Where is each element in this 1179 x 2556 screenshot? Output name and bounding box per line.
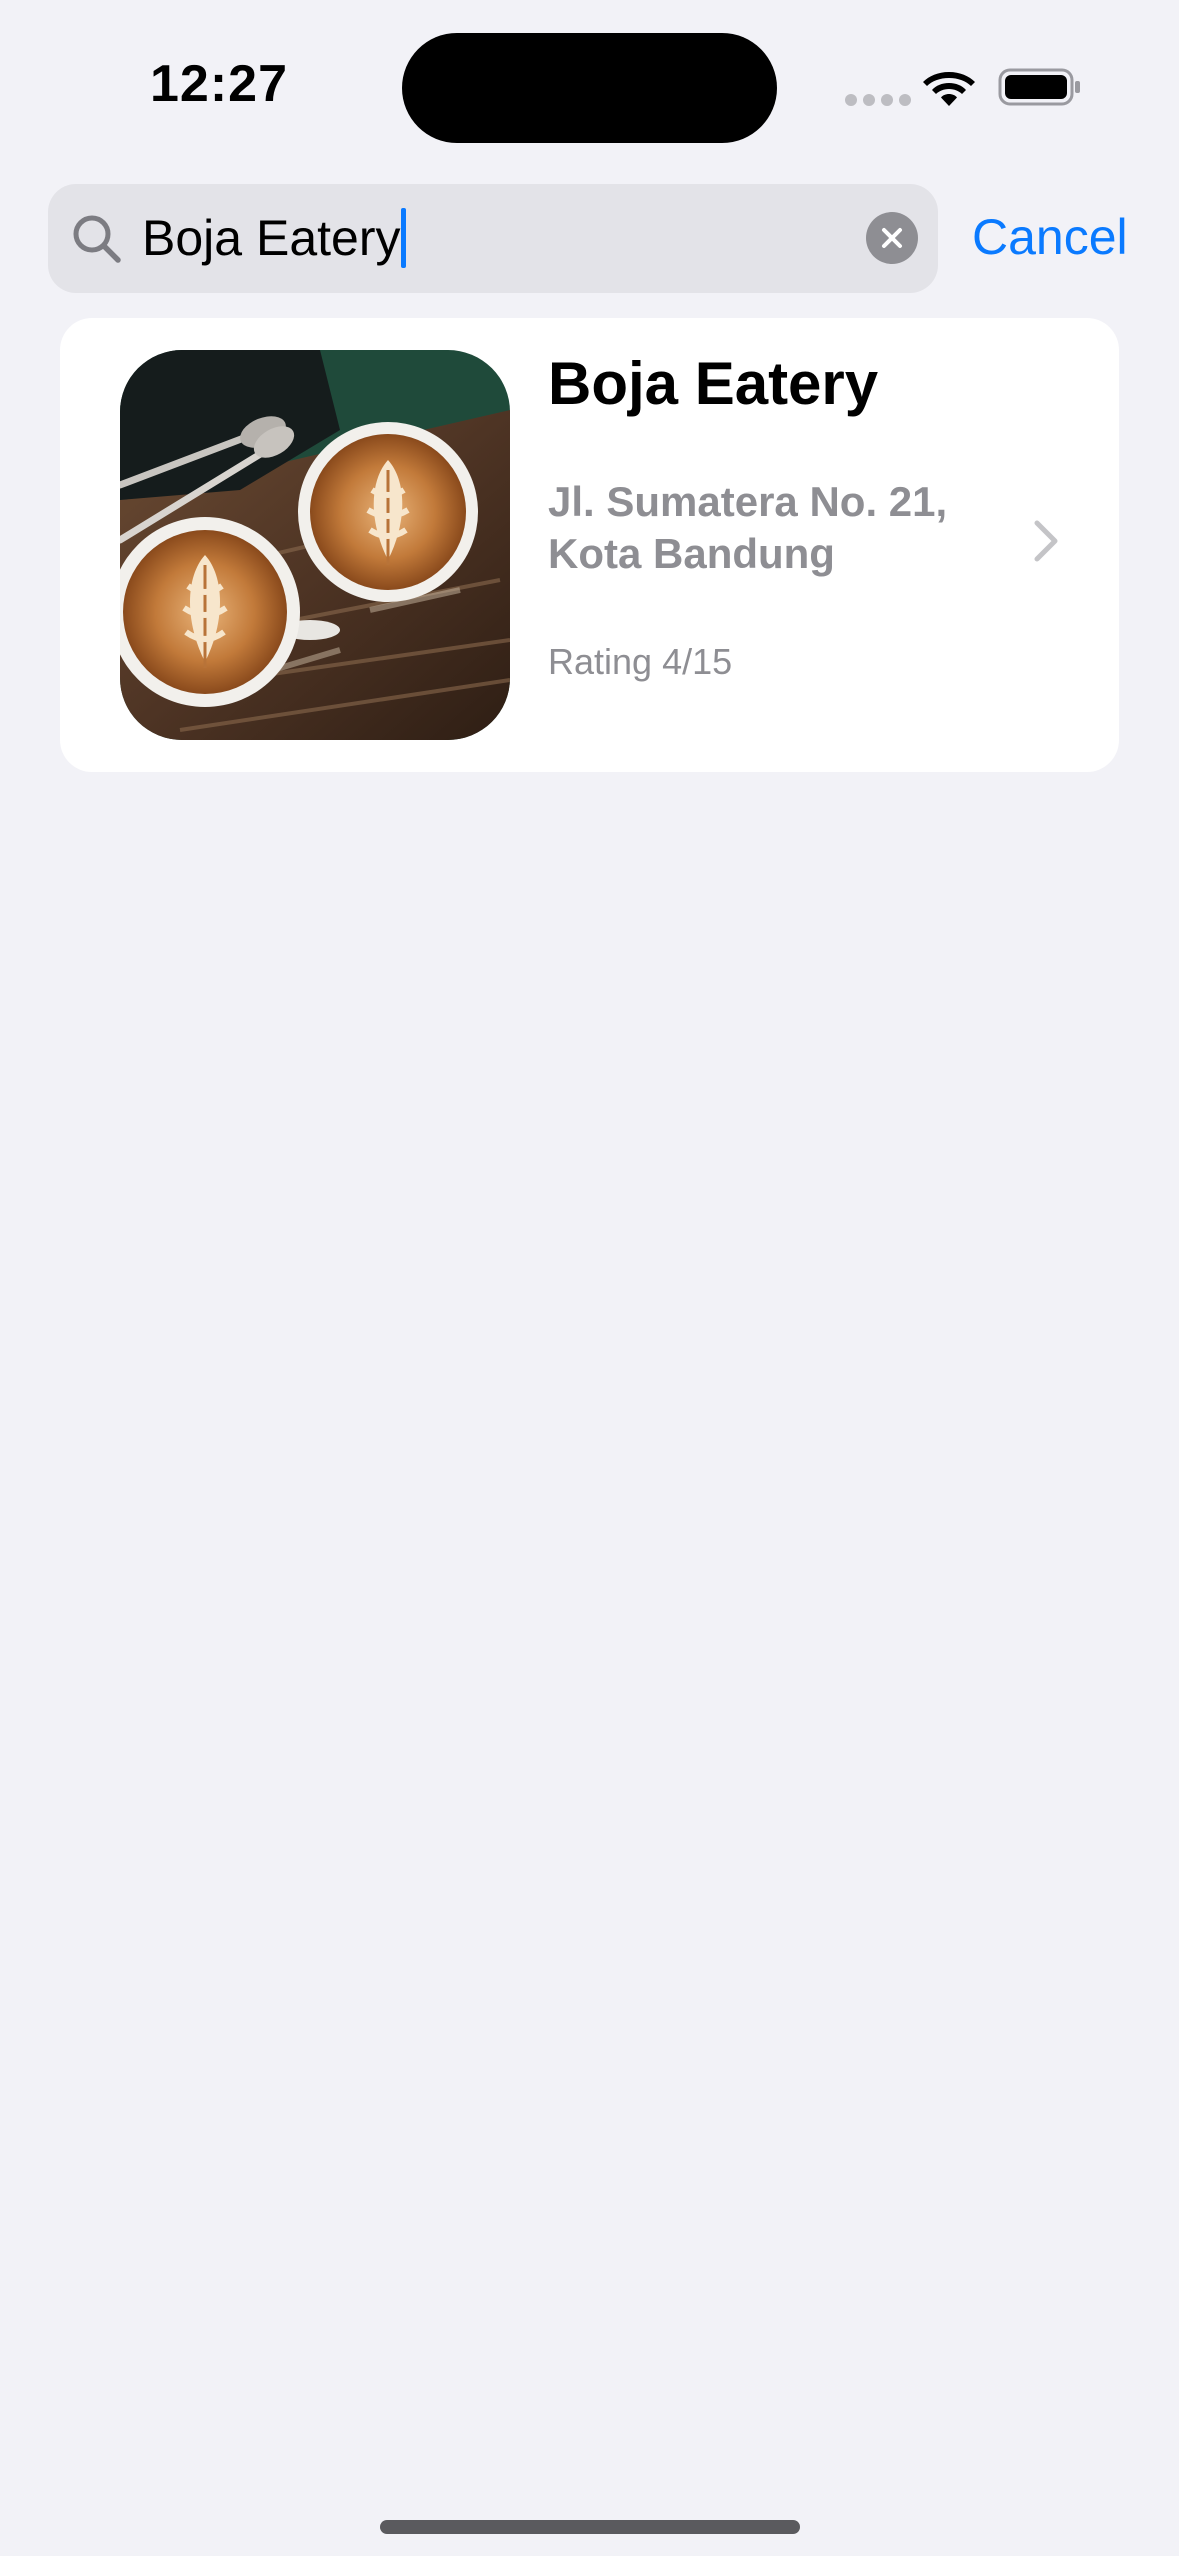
restaurant-name: Boja Eatery: [548, 350, 879, 417]
cancel-button[interactable]: Cancel: [972, 204, 1128, 270]
search-input[interactable]: Boja Eatery: [142, 207, 407, 269]
wifi-icon: [923, 72, 975, 106]
clear-search-button[interactable]: [866, 212, 918, 264]
result-card-boja-eatery[interactable]: Boja Eatery Jl. Sumatera No. 21, Kota Ba…: [60, 318, 1119, 772]
clear-icon: [882, 228, 902, 248]
chevron-right-icon: [1034, 520, 1058, 562]
restaurant-address: Jl. Sumatera No. 21, Kota Bandung: [548, 478, 948, 577]
status-time: 12:27: [150, 55, 288, 113]
cellular-signal-icon: [845, 94, 911, 106]
search-input-value: Boja Eatery: [142, 210, 401, 266]
search-field[interactable]: Boja Eatery: [48, 184, 938, 293]
battery-icon: [998, 68, 1080, 106]
home-indicator[interactable]: [380, 2520, 800, 2534]
text-caret: [401, 208, 407, 268]
search-screen: 12:27 Boja Eatery Cancel Boja Eatery Jl.…: [0, 0, 1179, 2556]
dynamic-island: [402, 33, 777, 143]
restaurant-photo: [120, 350, 510, 740]
restaurant-rating: Rating 4/15: [548, 641, 733, 682]
search-icon: [73, 215, 121, 263]
